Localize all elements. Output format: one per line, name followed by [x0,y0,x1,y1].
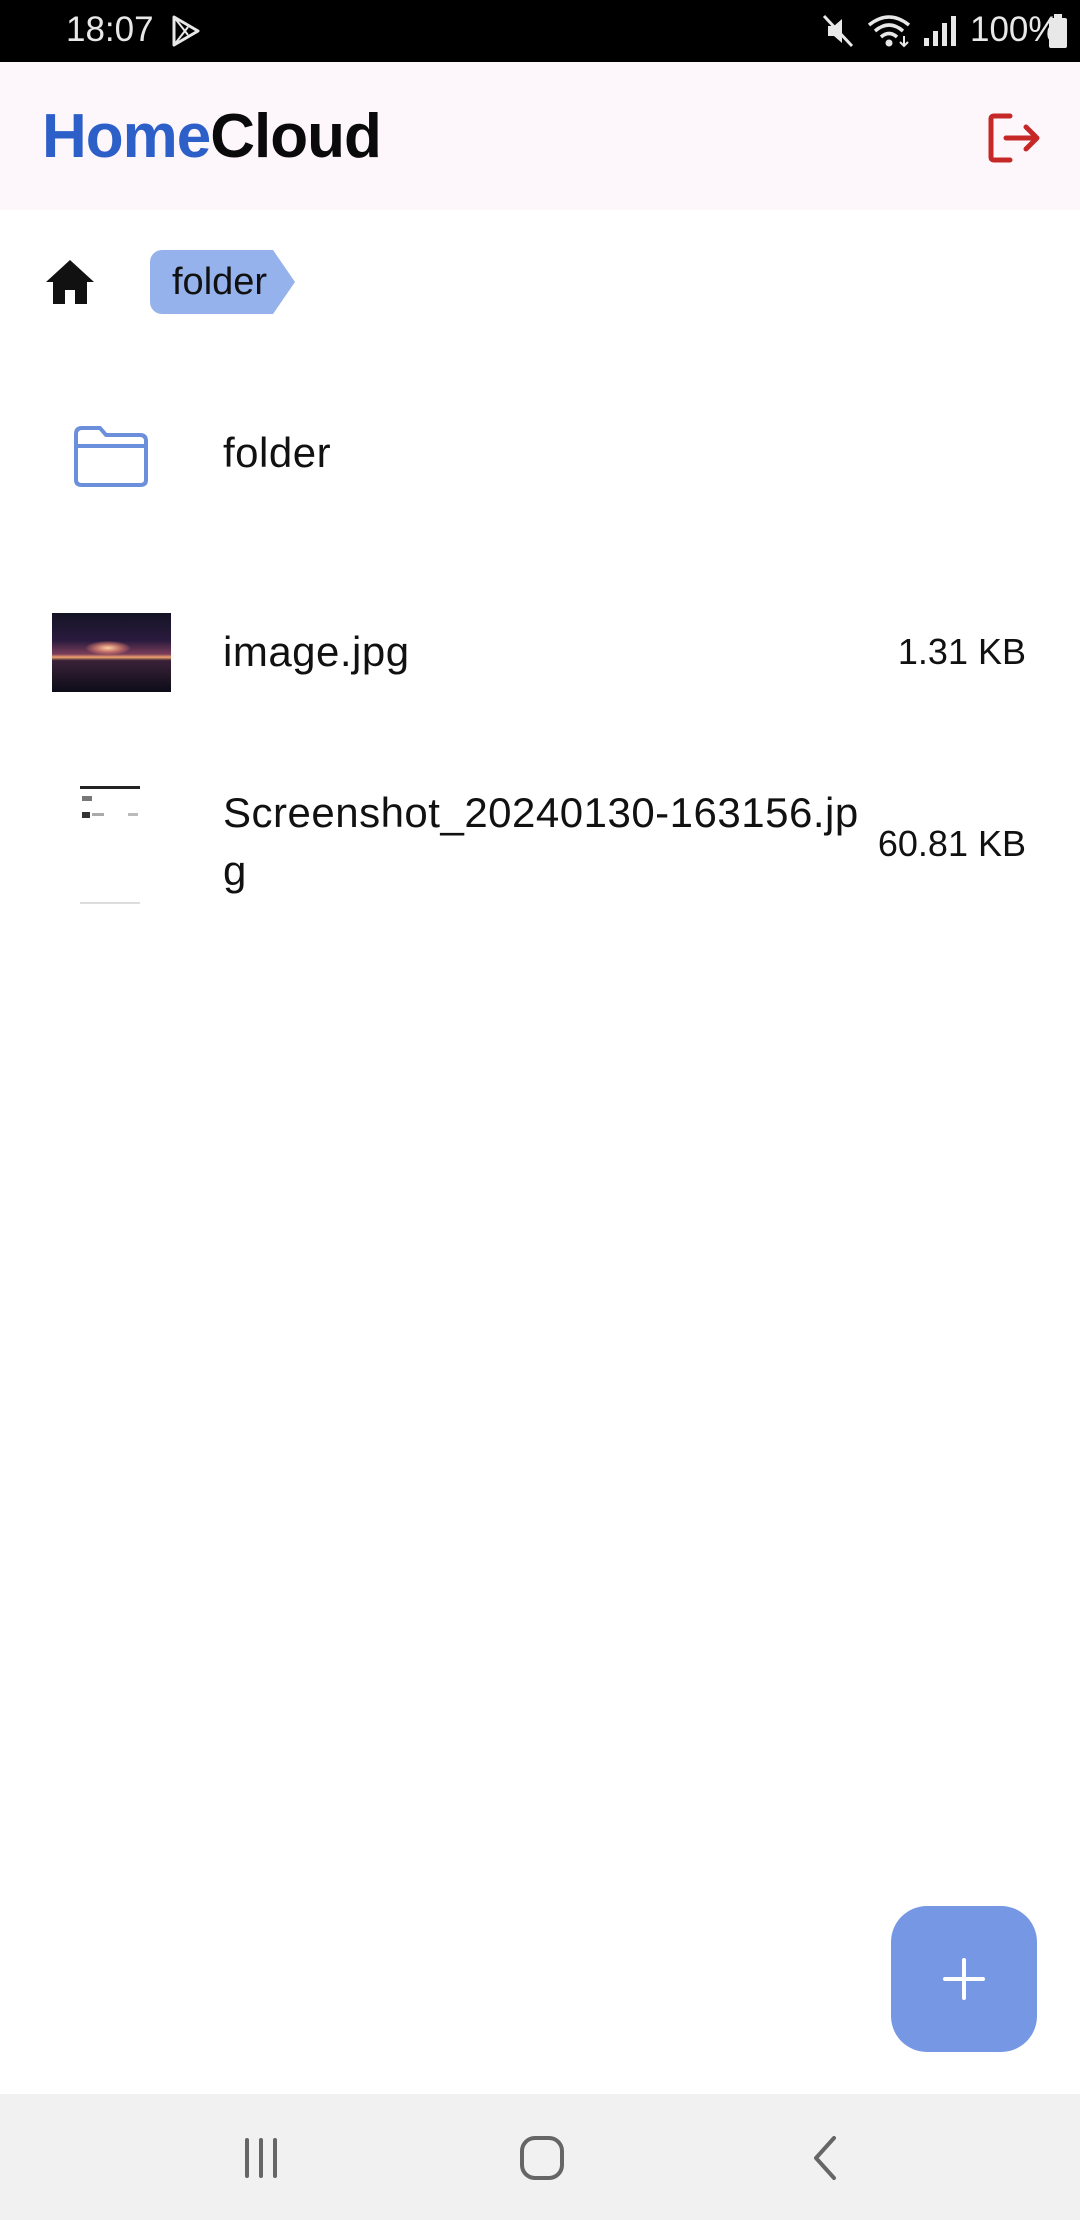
system-nav-bar [0,2094,1080,2220]
file-name: image.jpg [223,628,410,675]
brand-cloud: Cloud [210,102,382,171]
status-icons: 100% [640,0,1080,62]
mute-icon [822,14,854,48]
signal-icon [924,16,956,46]
wifi-icon [867,15,911,48]
file-name: folder [223,429,332,476]
back-icon[interactable] [800,2132,852,2184]
status-time: 18:07 [66,10,154,49]
list-item[interactable]: image.jpg 1.31 KB [0,590,1080,715]
list-item[interactable]: folder [0,390,1080,520]
file-name: Screenshot_20240130-163156.jpg [223,789,859,894]
play-store-icon [172,15,200,47]
list-item[interactable]: Screenshot_20240130-163156.jpg 60.81 KB [0,760,1080,930]
file-size: 1.31 KB [897,631,1026,672]
status-bar: 18:07 100% [0,0,1080,62]
app-bar: HomeCloud [0,62,1080,210]
recent-apps-icon[interactable] [235,2132,287,2184]
battery-percent: 100% [970,10,1060,49]
breadcrumb-arrow [273,250,296,314]
home-nav-icon[interactable] [516,2132,568,2184]
logout-icon[interactable] [986,110,1042,166]
home-icon[interactable] [44,256,96,308]
brand-home: Home [42,102,211,171]
add-button[interactable] [891,1906,1037,2052]
folder-icon [74,426,148,487]
breadcrumb: folder [0,250,1080,320]
app-title: HomeCloud [42,100,382,174]
screenshot-thumbnail [78,784,142,908]
plus-icon [943,1958,985,2000]
breadcrumb-folder-label: folder [150,250,274,314]
breadcrumb-folder-chip[interactable]: folder [150,250,296,314]
file-size: 60.81 KB [877,823,1026,864]
image-thumbnail [52,613,171,692]
battery-icon [1049,14,1067,48]
